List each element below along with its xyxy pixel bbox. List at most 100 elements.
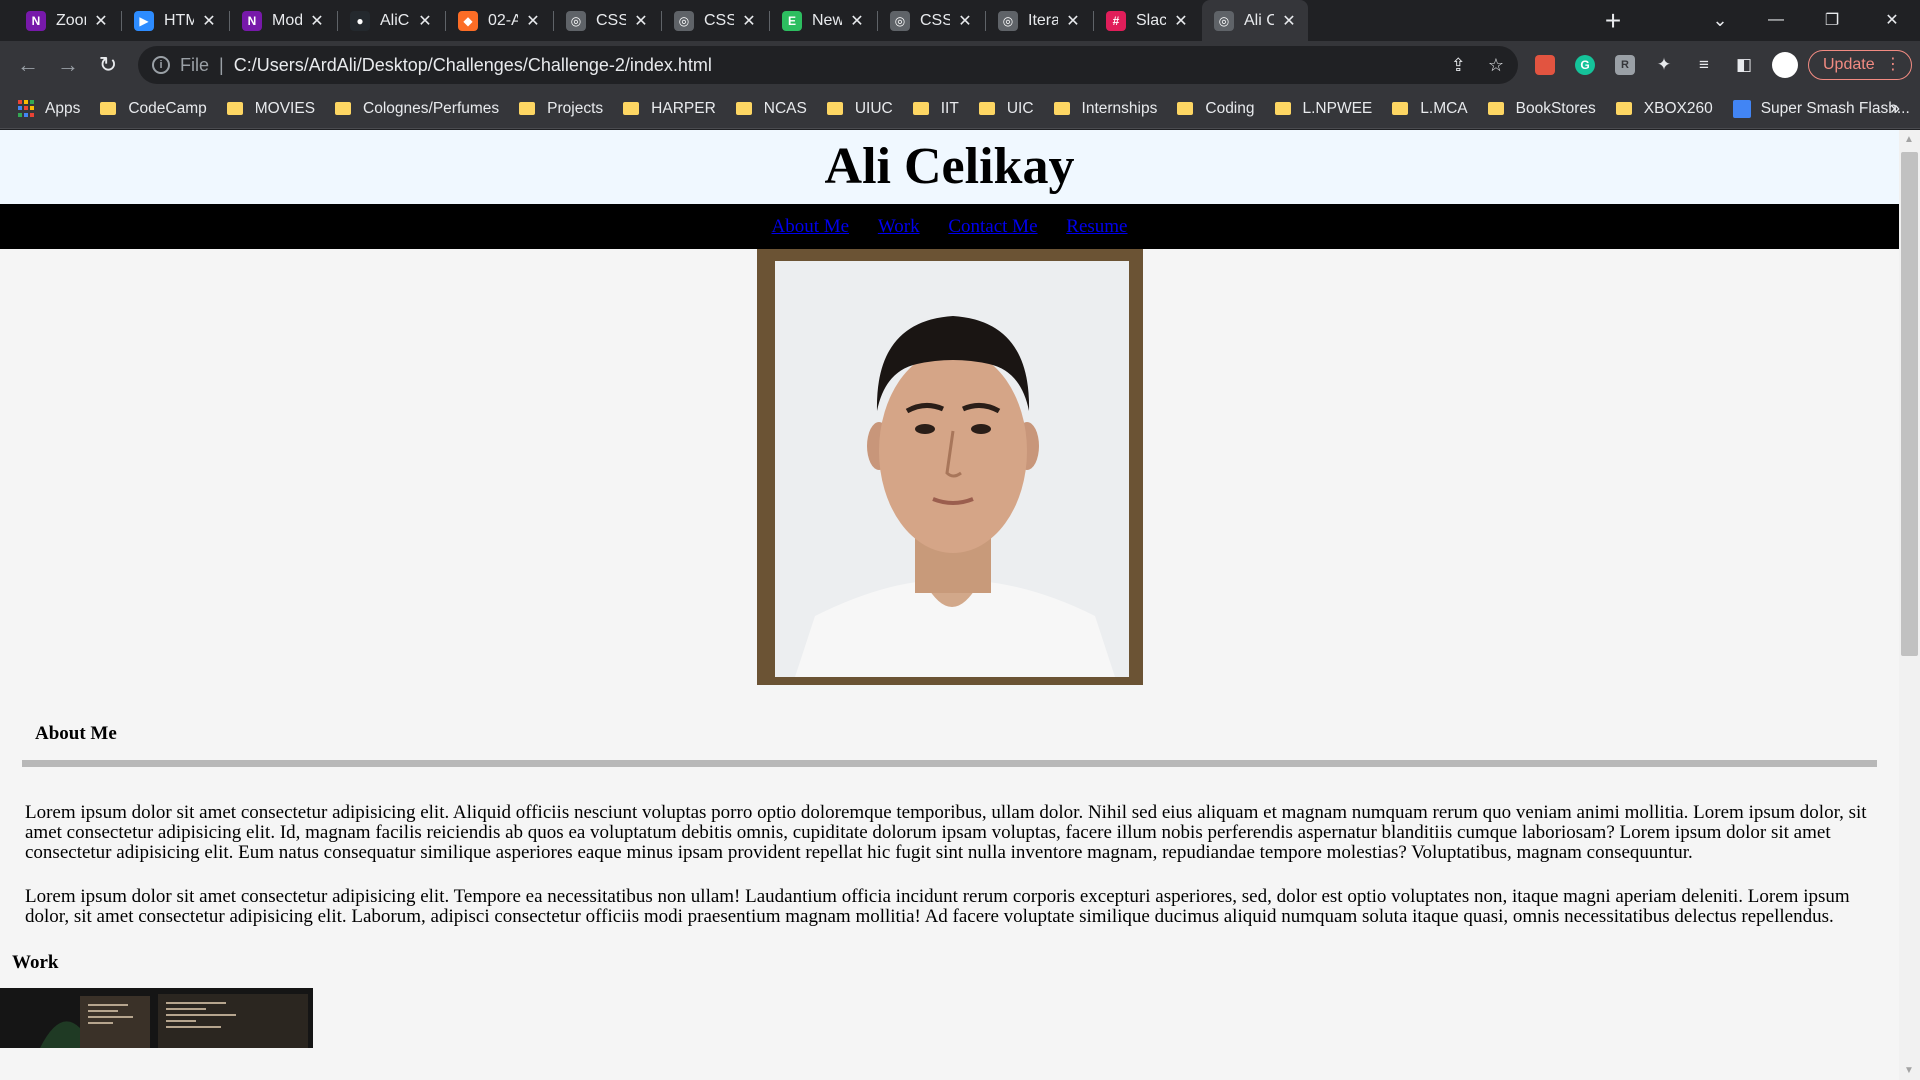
browser-tab[interactable]: ▶ HTML, C ✕ — [122, 0, 228, 41]
more-menu-icon[interactable]: ⋮ — [1885, 54, 1901, 74]
close-tab-icon[interactable]: ✕ — [92, 12, 110, 30]
close-tab-icon[interactable]: ✕ — [308, 12, 326, 30]
browser-tab[interactable]: ◎ CSS Sni ✕ — [662, 0, 768, 41]
work-image — [0, 988, 313, 1048]
folder-icon — [978, 102, 995, 115]
bookmark-l-npwee[interactable]: L.NPWEE — [1274, 100, 1372, 118]
new-tab-button[interactable]: + — [1598, 5, 1628, 36]
bookmark-harper[interactable]: HARPER — [623, 100, 716, 118]
page-icon — [1732, 99, 1751, 118]
restore-button[interactable]: ❐ — [1804, 0, 1860, 40]
back-button[interactable]: ← — [12, 49, 44, 81]
address-url[interactable]: C:/Users/ArdAli/Desktop/Challenges/Chall… — [234, 55, 712, 76]
github-icon: ● — [350, 10, 370, 31]
close-tab-icon[interactable]: ✕ — [1064, 12, 1082, 30]
onenote-icon: N — [26, 10, 46, 31]
profile-avatar[interactable] — [1772, 52, 1798, 78]
close-tab-icon[interactable]: ✕ — [416, 12, 434, 30]
bookmark-codecamp[interactable]: CodeCamp — [100, 99, 207, 118]
update-button[interactable]: Update ⋮ — [1808, 50, 1912, 80]
extensions-puzzle-icon[interactable]: ✦ — [1652, 53, 1676, 77]
folder-icon — [623, 102, 640, 115]
folder-icon — [1392, 102, 1409, 115]
scroll-down-icon[interactable]: ▼ — [1904, 1065, 1914, 1076]
bookmark-star-icon[interactable]: ☆ — [1488, 55, 1504, 76]
close-tab-icon[interactable]: ✕ — [956, 12, 974, 30]
bookmark-super-smash-flash[interactable]: Super Smash Flash... — [1732, 99, 1910, 118]
nav-link-work[interactable]: Work — [878, 216, 920, 237]
bookmark-bookstores[interactable]: BookStores — [1487, 100, 1596, 118]
bookmark-ncas[interactable]: NCAS — [735, 100, 807, 118]
bookmark-label: XBOX260 — [1643, 99, 1713, 117]
bookmark-colognes-perfumes[interactable]: Colognes/Perfumes — [335, 100, 499, 118]
close-tab-icon[interactable]: ✕ — [1280, 12, 1298, 30]
folder-icon — [1177, 102, 1194, 115]
share-icon[interactable]: ⇪ — [1451, 55, 1466, 76]
close-window-button[interactable]: ✕ — [1864, 0, 1920, 40]
minimize-button[interactable]: — — [1748, 0, 1804, 40]
folder-icon — [1487, 102, 1504, 115]
evernote-icon: E — [782, 10, 802, 31]
forward-button[interactable]: → — [52, 49, 84, 81]
browser-tab[interactable]: N Zoom - ✕ — [14, 0, 120, 41]
folder-icon — [912, 102, 929, 115]
browser-tab[interactable]: ◎ CSS Sni ✕ — [878, 0, 984, 41]
close-tab-icon[interactable]: ✕ — [632, 12, 650, 30]
tab-title: CSS Sni — [920, 11, 950, 29]
scroll-up-icon[interactable]: ▲ — [1904, 134, 1914, 145]
side-panel-icon[interactable]: ◧ — [1732, 53, 1756, 77]
close-tab-icon[interactable]: ✕ — [1172, 12, 1190, 30]
bookmark-label: CodeCamp — [128, 99, 207, 117]
nav-link-about[interactable]: About Me — [772, 216, 850, 237]
bookmark-uic[interactable]: UIC — [978, 100, 1034, 118]
page-scrollbar[interactable]: ▲ ▼ — [1899, 130, 1920, 1080]
close-tab-icon[interactable]: ✕ — [524, 12, 542, 30]
bookmark-apps[interactable]: Apps — [18, 100, 80, 118]
browser-tab[interactable]: ◎ CSS Sni ✕ — [554, 0, 660, 41]
bookmarks-overflow-icon[interactable]: » — [1890, 98, 1900, 119]
bookmark-label: IIT — [940, 99, 959, 117]
close-tab-icon[interactable]: ✕ — [848, 12, 866, 30]
browser-tab[interactable]: ◆ 02-Adv ✕ — [446, 0, 552, 41]
bookmark-internships[interactable]: Internships — [1053, 100, 1157, 118]
bookmark-movies[interactable]: MOVIES — [226, 100, 315, 118]
browser-tab[interactable]: N Module ✕ — [230, 0, 336, 41]
tab-title: CSS Sni — [596, 11, 626, 29]
globe-icon: ◎ — [674, 10, 694, 31]
tab-title: Ali Celik — [1244, 11, 1274, 29]
browser-tab[interactable]: ● AliCelik ✕ — [338, 0, 444, 41]
scrollbar-thumb[interactable] — [1901, 152, 1918, 656]
browser-tab[interactable]: # Slack | C ✕ — [1094, 0, 1200, 41]
about-paragraph-1: Lorem ipsum dolor sit amet consectetur a… — [25, 802, 1867, 863]
tab-search-chevron-icon[interactable]: ⌄ — [1706, 6, 1734, 34]
site-nav: About Me Work Contact Me Resume — [0, 204, 1899, 249]
bookmark-iit[interactable]: IIT — [912, 99, 959, 118]
bookmark-coding[interactable]: Coding — [1177, 100, 1255, 118]
browser-tab[interactable]: E New Tal ✕ — [770, 0, 876, 41]
close-tab-icon[interactable]: ✕ — [200, 12, 218, 30]
media-queue-icon[interactable]: ≡ — [1692, 53, 1716, 77]
bookmark-projects[interactable]: Projects — [519, 100, 603, 118]
nav-link-contact[interactable]: Contact Me — [948, 216, 1037, 237]
tab-title: 02-Adv — [488, 11, 518, 29]
portrait-photo — [774, 261, 1129, 677]
site-info-icon[interactable]: i — [152, 56, 170, 74]
close-tab-icon[interactable]: ✕ — [740, 12, 758, 30]
nav-link-resume[interactable]: Resume — [1066, 216, 1127, 237]
bookmark-label: Super Smash Flash... — [1760, 99, 1910, 117]
tab-title: Iteration — [1028, 11, 1058, 29]
address-bar[interactable]: i File | C:/Users/ArdAli/Desktop/Challen… — [138, 46, 1518, 84]
reload-button[interactable]: ↻ — [92, 49, 124, 81]
bookmark-xbox260[interactable]: XBOX260 — [1615, 99, 1713, 118]
tab-title: Zoom - — [56, 11, 86, 29]
bookmark-uiuc[interactable]: UIUC — [826, 100, 893, 118]
bookmark-l-mca[interactable]: L.MCA — [1392, 100, 1468, 118]
work-image-illustration — [0, 988, 313, 1048]
extension-red-icon[interactable] — [1535, 55, 1555, 75]
grammarly-icon[interactable]: G — [1575, 55, 1595, 75]
update-label: Update — [1823, 56, 1875, 73]
browser-tab[interactable]: ◎ Ali Celik ✕ — [1202, 0, 1308, 41]
extension-gray-icon[interactable]: R — [1615, 55, 1635, 75]
folder-icon — [335, 102, 352, 115]
browser-tab[interactable]: ◎ Iteration ✕ — [986, 0, 1092, 41]
